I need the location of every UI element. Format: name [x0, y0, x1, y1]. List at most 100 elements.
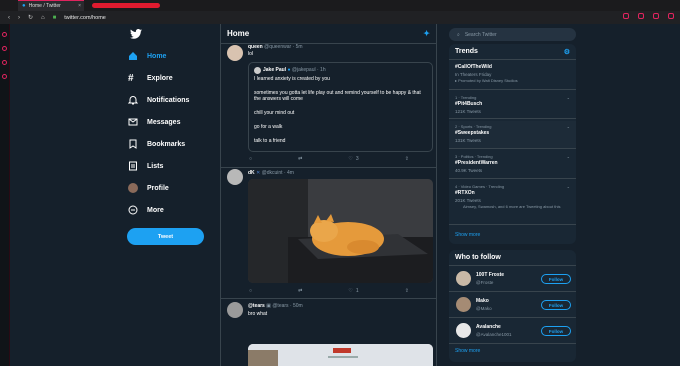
trend-item[interactable]: #CallOfTheWild In Theaters Friday ▸ Prom… — [449, 61, 576, 90]
tweet-handle: @dkcuint · 4m — [261, 170, 294, 176]
follow-suggestion[interactable]: Avalanche @Avalanche1001 Follow — [449, 319, 576, 344]
like-button[interactable]: ♡ 3 — [348, 156, 358, 162]
tweet-image[interactable] — [248, 344, 433, 366]
verified-icon: ● — [287, 67, 291, 73]
menu-icon[interactable] — [668, 13, 674, 19]
tweet-actions: ○ ⇄ ♡ 3 ⇪ — [249, 156, 409, 162]
nav-item-label: Home — [147, 52, 167, 60]
avatar[interactable] — [456, 297, 471, 312]
nav-item-lists[interactable]: Lists — [128, 155, 212, 177]
sidebar-icon[interactable] — [2, 46, 7, 51]
reply-icon[interactable]: ○ — [249, 156, 252, 162]
trend-item[interactable]: 1 · Trending ⌄ #Pit4Busch 121K Tweets — [449, 92, 576, 119]
close-tab-icon[interactable]: × — [78, 3, 81, 9]
nav-item-messages[interactable]: Messages — [128, 111, 212, 133]
emoji-icon: ▣ — [266, 303, 271, 309]
tweet-text: bro what — [248, 311, 268, 317]
browser-tab[interactable]: ● Home / Twitter × — [18, 0, 84, 11]
extension-icon[interactable] — [638, 13, 644, 19]
address-bar[interactable]: twitter.com/home — [64, 15, 106, 21]
trend-context: Aimsey, Swamosh, and 6 more are Tweeting… — [463, 204, 561, 209]
sidebar-icon[interactable] — [2, 60, 7, 65]
home-browser-icon[interactable]: ⌂ — [41, 15, 45, 21]
follow-button[interactable]: Follow — [541, 274, 571, 284]
chevron-down-icon[interactable]: ⌄ — [567, 154, 570, 160]
follow-handle: @Froste — [476, 280, 494, 285]
trend-name: #RTXOn — [455, 190, 475, 196]
nav-item-profile[interactable]: Profile — [128, 177, 212, 199]
follow-name: Avalanche — [476, 324, 501, 330]
nav-item-home[interactable]: Home — [128, 45, 212, 67]
tweet-header: dK ✕ @dkcuint · 4m — [248, 170, 294, 176]
tweet-handle: @queenwar · 5m — [264, 44, 303, 50]
trend-name: #PresidentWarren — [455, 160, 498, 166]
share-icon[interactable]: ⇪ — [405, 156, 409, 162]
nav-item-label: Messages — [147, 118, 181, 126]
chevron-down-icon[interactable]: ⌄ — [567, 184, 570, 190]
follow-suggestion[interactable]: Mako @Mako Follow — [449, 293, 576, 318]
twitter-logo-icon[interactable] — [130, 29, 142, 39]
chevron-down-icon[interactable]: ⌄ — [567, 95, 570, 101]
screenshot-image — [248, 344, 433, 366]
extension-icon[interactable] — [653, 13, 659, 19]
wtf-show-more-link[interactable]: Show more — [455, 348, 480, 354]
timeline: Home ✦ queen @queenwar · 5m lol Jake Pau… — [220, 24, 437, 366]
reply-icon[interactable]: ○ — [249, 288, 252, 294]
tweet[interactable]: queen @queenwar · 5m lol Jake Paul ● @ja… — [221, 44, 436, 168]
sidebar-icon[interactable] — [2, 32, 7, 37]
avatar[interactable] — [227, 169, 243, 185]
follow-button[interactable]: Follow — [541, 300, 571, 310]
avatar[interactable] — [227, 45, 243, 61]
share-icon[interactable]: ⇪ — [405, 288, 409, 294]
heart-icon: ♡ — [348, 156, 353, 162]
like-button[interactable]: ♡ 1 — [348, 288, 358, 294]
tweet-video[interactable] — [248, 179, 433, 283]
chevron-down-icon[interactable]: ⌄ — [567, 124, 570, 130]
sidebar-icon[interactable] — [2, 74, 7, 79]
tweet-button[interactable]: Tweet — [127, 228, 204, 245]
trends-show-more-link[interactable]: Show more — [455, 232, 480, 238]
sparkle-icon[interactable]: ✦ — [423, 29, 430, 38]
nav-item-bookmarks[interactable]: Bookmarks — [128, 133, 212, 155]
extension-icon[interactable] — [623, 13, 629, 19]
tweet[interactable]: dK ✕ @dkcuint · 4m ○ ⇄ ♡ 1 ⇪ — [221, 168, 436, 299]
retweet-icon[interactable]: ⇄ — [298, 288, 302, 294]
search-placeholder: Search Twitter — [464, 31, 497, 38]
quote-line: chill your mind out — [254, 110, 295, 116]
back-icon[interactable]: ‹ — [8, 15, 10, 21]
follow-suggestion[interactable]: 100T Froste @Froste Follow — [449, 267, 576, 292]
tweet-author[interactable]: queen — [248, 44, 263, 50]
tweet-author[interactable]: @tears — [248, 303, 265, 309]
trends-header: Trends ⚙ — [449, 44, 576, 60]
quote-line: talk to a friend — [254, 138, 286, 144]
who-to-follow-panel: Who to follow 100T Froste @Froste Follow… — [449, 250, 576, 362]
quote-line: go for a walk — [254, 124, 283, 130]
nav-item-explore[interactable]: # Explore — [128, 67, 212, 89]
search-input[interactable]: ⌕ Search Twitter — [449, 28, 576, 41]
retweet-icon[interactable]: ⇄ — [298, 156, 302, 162]
nav-item-more[interactable]: More — [128, 199, 212, 221]
settings-icon[interactable]: ⚙ — [564, 48, 570, 56]
tweet-author[interactable]: dK — [248, 170, 255, 176]
trend-item[interactable]: 2 · Sports · Trending ⌄ #Sweepstakes 131K… — [449, 121, 576, 149]
quoted-tweet[interactable]: Jake Paul ● @jakepaul · 1h I learned anx… — [248, 62, 433, 152]
tweet[interactable]: @tears ▣ @tears · 50m bro what — [221, 300, 436, 366]
tweet-header: queen @queenwar · 5m — [248, 44, 303, 50]
nav-item-notifications[interactable]: Notifications — [128, 89, 212, 111]
reload-icon[interactable]: ↻ — [28, 14, 33, 21]
quote-line: sometimes you gotta let life play out an… — [254, 90, 421, 102]
follow-button[interactable]: Follow — [541, 326, 571, 336]
bookmark-icon — [128, 139, 138, 149]
tweet-text: lol — [248, 51, 254, 57]
avatar[interactable] — [227, 302, 243, 318]
trends-panel: Trends ⚙ #CallOfTheWild In Theaters Frid… — [449, 44, 576, 244]
tweet-handle: @tears · 50m — [272, 303, 303, 309]
forward-icon[interactable]: › — [18, 15, 20, 21]
avatar[interactable] — [456, 323, 471, 338]
trend-item[interactable]: 4 · Video Games · Trending ⌄ #RTXOn 201K … — [449, 181, 576, 225]
trend-item[interactable]: 3 · Politics · Trending ⌄ #PresidentWarre… — [449, 151, 576, 179]
list-icon — [128, 161, 138, 171]
avatar[interactable] — [456, 271, 471, 286]
trend-count: 40.9K Tweets — [455, 168, 483, 173]
follow-handle: @Mako — [476, 306, 492, 311]
